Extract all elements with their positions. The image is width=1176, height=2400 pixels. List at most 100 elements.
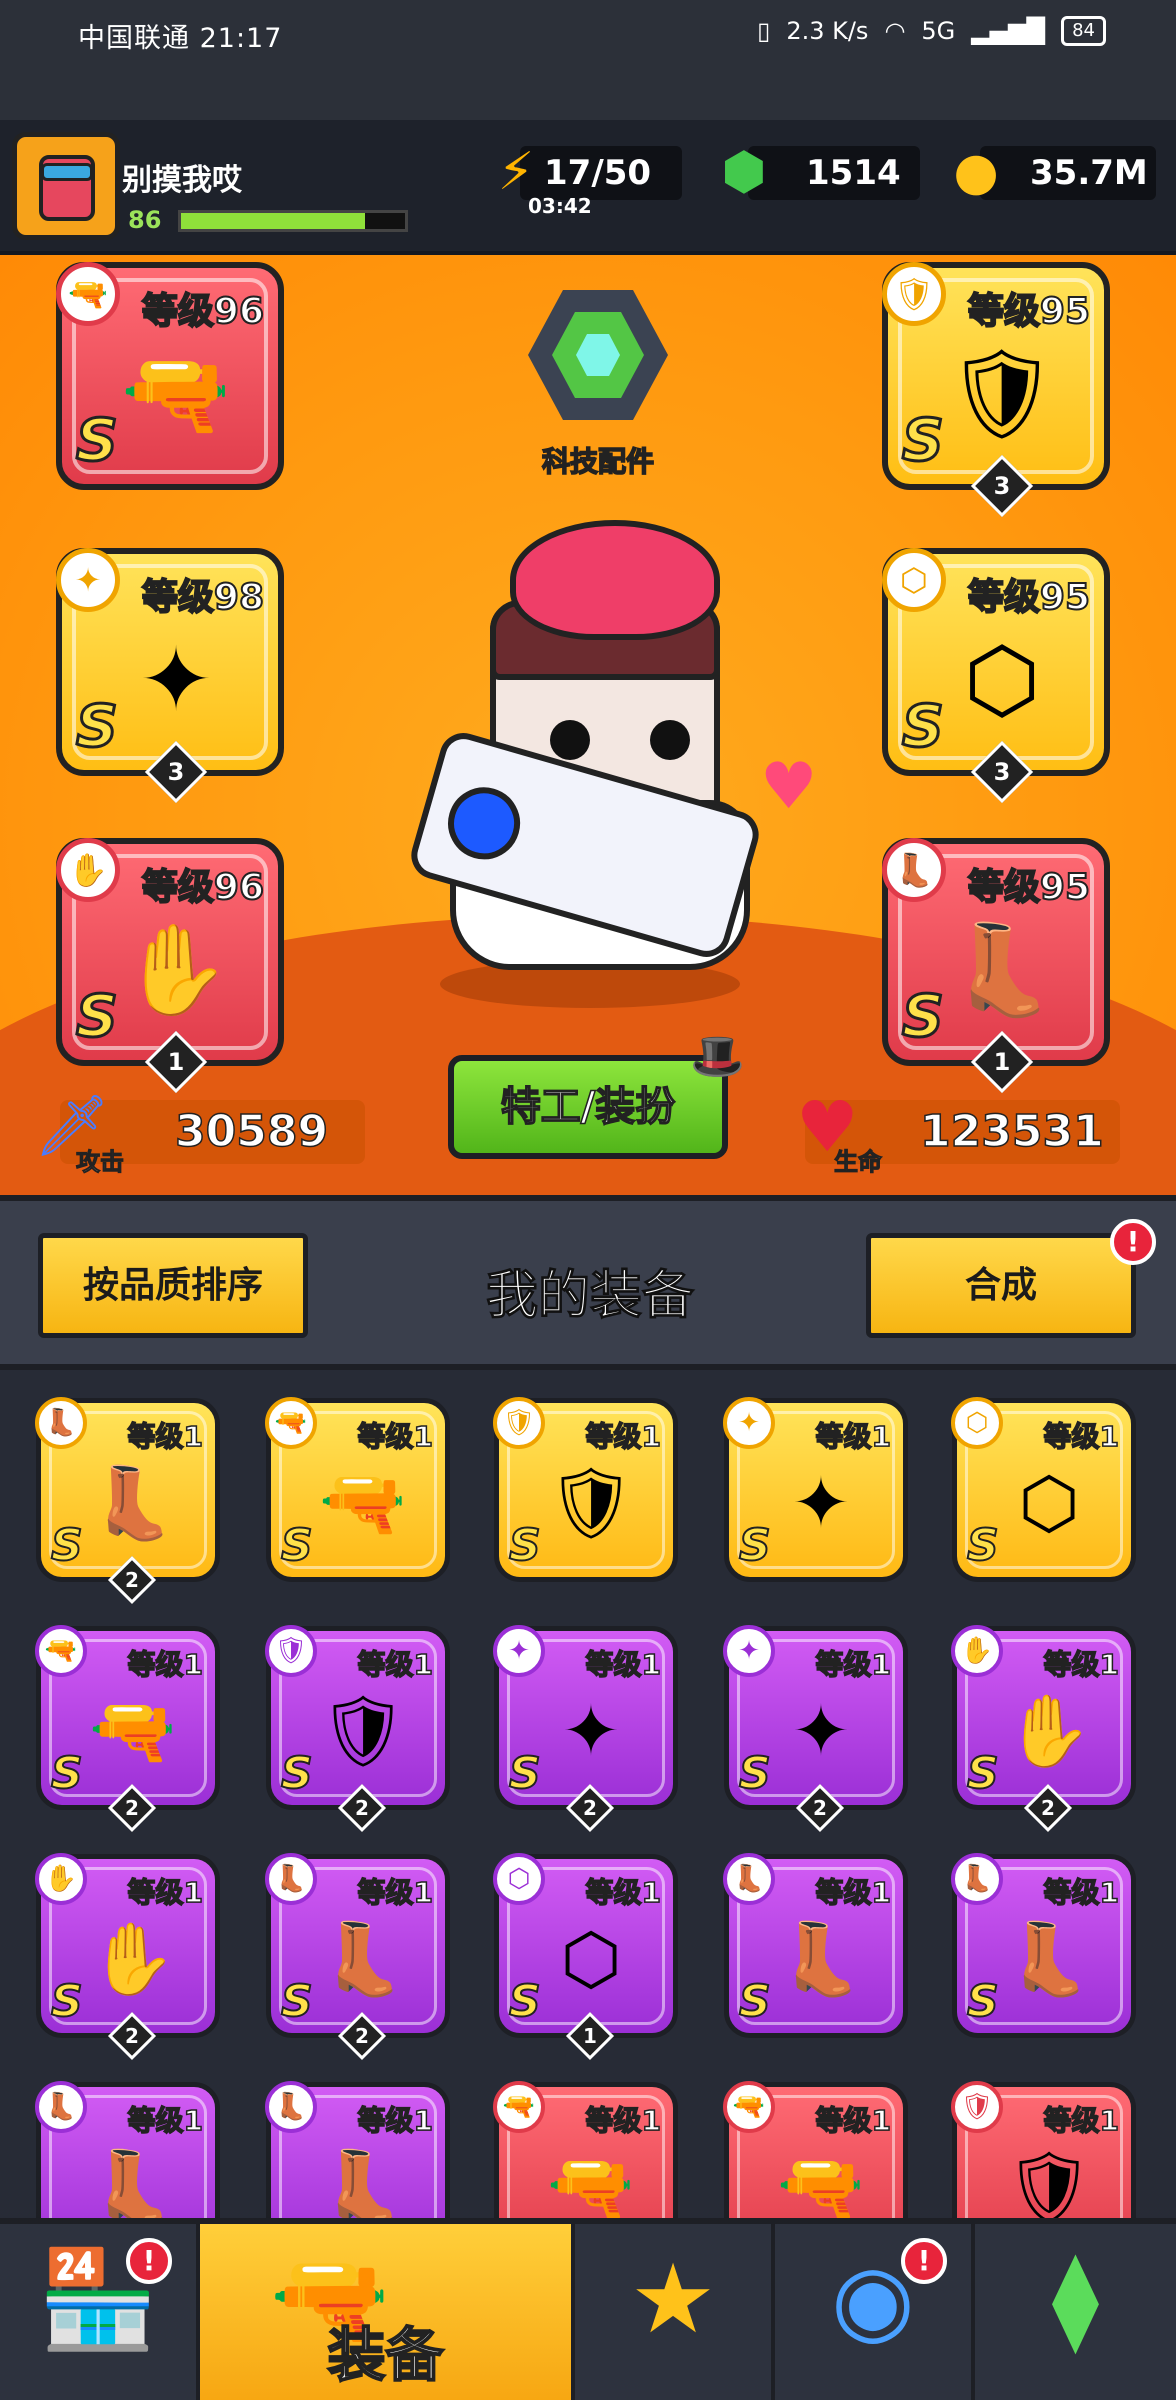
inventory-item[interactable]: 🛡 🛡 等级1 S: [493, 1397, 678, 1582]
player-name: 别摸我哎: [122, 163, 242, 198]
coin-add-icon[interactable]: ●: [944, 140, 1008, 204]
item-level: 等级1: [815, 1875, 892, 1910]
shop-alert-badge: !: [126, 2238, 172, 2284]
energy-value: 17/50: [544, 153, 652, 193]
inventory-item[interactable]: 👢 👢 等级1 S 2: [265, 1853, 450, 2061]
armor-icon: 🛡: [546, 1462, 636, 1544]
item-level: 等级1: [1043, 1875, 1120, 1910]
item-level: 等级1: [1043, 2103, 1120, 2138]
gem-add-icon[interactable]: ⬢: [712, 140, 776, 204]
merge-button[interactable]: 合成: [866, 1233, 1136, 1338]
gun-icon: 🔫: [121, 342, 231, 445]
necklace-icon: ✦: [561, 1690, 621, 1772]
inventory-item[interactable]: ⬡ ⬡ 等级1 S: [951, 1397, 1136, 1582]
item-level: 等级1: [585, 2103, 662, 2138]
slot-level: 等级95: [967, 866, 1091, 909]
slot-type-badge: ✦: [56, 548, 120, 612]
costume-button[interactable]: 特工/装扮: [448, 1055, 728, 1159]
nav-research[interactable]: ⧫: [975, 2224, 1176, 2400]
gun-icon: 🔫: [319, 1462, 407, 1544]
inventory-item[interactable]: 👢 👢 等级1: [265, 2081, 450, 2220]
inventory-item[interactable]: 👢 👢 等级1 S: [951, 1853, 1136, 2038]
vibrate-icon: ▯: [757, 17, 771, 45]
equipped-slot[interactable]: 👢 👢 等级95 S 1: [882, 838, 1110, 1094]
inventory-item[interactable]: 👢 👢 等级1: [35, 2081, 220, 2220]
inventory-item[interactable]: ✦ ✦ 等级1 S: [723, 1397, 908, 1582]
boots-icon: 👢: [89, 1462, 177, 1544]
tech-accessory-button[interactable]: 科技配件: [518, 290, 678, 479]
equipped-slot[interactable]: 🔫 🔫 等级96 S: [56, 262, 284, 490]
boots-icon: 👢: [777, 1918, 865, 2000]
item-level: 等级1: [357, 1419, 434, 1454]
glove-icon: ✋: [89, 1918, 177, 2000]
item-level: 等级1: [815, 1647, 892, 1682]
inventory-item[interactable]: ✋ ✋ 等级1 S 2: [35, 1853, 220, 2061]
coin-counter[interactable]: ● 35.7M: [953, 142, 1156, 202]
inventory-item[interactable]: 🔫 🔫 等级1: [493, 2081, 678, 2220]
inventory-item[interactable]: ✦ ✦ 等级1 S 2: [723, 1625, 908, 1833]
item-rank: S: [508, 1747, 542, 1800]
slot-level: 等级95: [967, 576, 1091, 619]
inventory-item[interactable]: 👢 👢 等级1 S 2: [35, 1397, 220, 1605]
slot-rank: S: [901, 691, 946, 762]
inventory-item[interactable]: ✋ ✋ 等级1 S 2: [951, 1625, 1136, 1833]
equipped-slot[interactable]: ✋ ✋ 等级96 S 1: [56, 838, 284, 1094]
inventory-item[interactable]: 🛡 🛡 等级1 S 2: [265, 1625, 450, 1833]
gun-icon: 🔫: [777, 2146, 865, 2220]
necklace-icon: ✦: [139, 628, 213, 731]
item-type-badge: 🔫: [493, 2081, 545, 2133]
slot-rank: S: [75, 405, 120, 476]
item-level: 等级1: [585, 1875, 662, 1910]
inventory-item[interactable]: 🔫 🔫 等级1 S: [265, 1397, 450, 1582]
item-type-badge: ✦: [723, 1397, 775, 1449]
item-type-badge: ✋: [951, 1625, 1003, 1677]
sort-by-quality-button[interactable]: 按品质排序: [38, 1233, 308, 1338]
tech-hex-icon: [528, 290, 668, 420]
inventory-item[interactable]: 🔫 🔫 等级1 S 2: [35, 1625, 220, 1833]
attack-label: 攻击: [76, 1148, 125, 1177]
inventory-item[interactable]: ✦ ✦ 等级1 S 2: [493, 1625, 678, 1833]
status-bar: 中国联通 21:17 ▯ 2.3 K/s ◠ 5G ▂▄▆█ 84: [0, 0, 1176, 120]
item-rank: S: [508, 1975, 542, 2028]
item-rank: S: [966, 1975, 1000, 2028]
inventory-item[interactable]: 🛡 🛡 等级1: [951, 2081, 1136, 2220]
equipped-slot[interactable]: ✦ ✦ 等级98 S 3: [56, 548, 284, 804]
armor-icon: 🛡: [946, 342, 1058, 445]
item-level: 等级1: [127, 2103, 204, 2138]
item-level: 等级1: [585, 1419, 662, 1454]
item-type-badge: 🔫: [35, 1625, 87, 1677]
item-type-badge: 👢: [723, 1853, 775, 1905]
glove-icon: ✋: [1005, 1690, 1093, 1772]
equipped-slot[interactable]: ⬡ ⬡ 等级95 S 3: [882, 548, 1110, 804]
item-rank: S: [280, 1747, 314, 1800]
gem-counter[interactable]: ⬢ 1514: [721, 142, 920, 202]
boots-icon: 👢: [89, 2146, 177, 2220]
gem-value: 1514: [806, 153, 901, 193]
nav-battle[interactable]: ★: [575, 2224, 775, 2400]
inventory-item[interactable]: ⬡ ⬡ 等级1 S 1: [493, 1853, 678, 2061]
network-speed: 2.3 K/s: [786, 17, 869, 45]
energy-counter[interactable]: ⚡ 17/50: [498, 142, 682, 202]
inventory-item[interactable]: 🔫 🔫 等级1: [723, 2081, 908, 2220]
item-rank: S: [738, 1519, 772, 1572]
item-type-badge: 👢: [35, 1397, 87, 1449]
slot-level: 等级96: [141, 866, 265, 909]
hat-icon: 🎩: [690, 1031, 745, 1082]
nav-shop[interactable]: 🏪 !: [0, 2224, 200, 2400]
nav-equipment[interactable]: 🔫 装备: [200, 2224, 575, 2400]
item-type-badge: 👢: [265, 2081, 317, 2133]
nav-gacha[interactable]: ◉ !: [775, 2224, 975, 2400]
signal-icon: ▂▄▆█: [971, 17, 1046, 45]
inventory-item[interactable]: 👢 👢 等级1 S: [723, 1853, 908, 2038]
necklace-icon: ✦: [791, 1690, 851, 1772]
boots-icon: 👢: [319, 2146, 407, 2220]
network-type: 5G: [921, 17, 956, 45]
player-avatar[interactable]: [12, 132, 120, 240]
slot-level: 等级95: [967, 290, 1091, 333]
item-type-badge: 🛡: [493, 1397, 545, 1449]
item-level: 等级1: [357, 2103, 434, 2138]
item-rank: S: [280, 1975, 314, 2028]
player-level: 86: [128, 206, 162, 234]
item-level: 等级1: [357, 1647, 434, 1682]
equipped-slot[interactable]: 🛡 🛡 等级95 S 3: [882, 262, 1110, 518]
